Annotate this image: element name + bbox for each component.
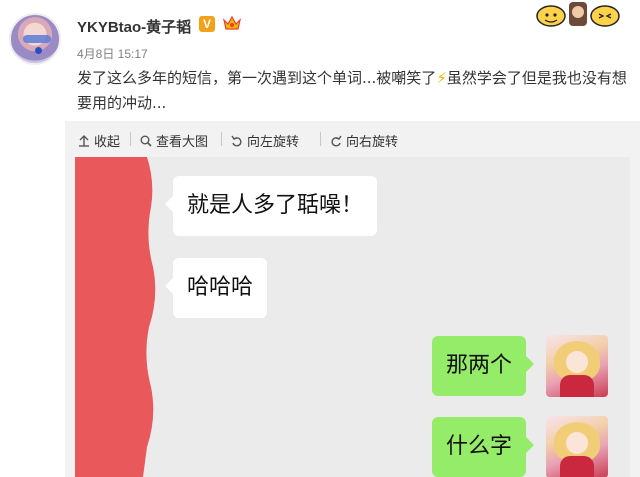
chat-bubble-right: 那两个 xyxy=(432,336,535,396)
rotate-right-icon xyxy=(331,135,342,147)
crown-icon xyxy=(222,15,242,30)
post-text-part1: 发了这么多年的短信，第一次遇到这个单词...被嘲笑了 xyxy=(77,69,437,87)
avatar-face xyxy=(566,351,588,373)
rotate-left-icon xyxy=(231,135,242,147)
redaction-mark xyxy=(75,157,156,477)
image-toolbar: 收起 查看大图 向左旋转 向右旋转 xyxy=(65,121,640,157)
view-large-button[interactable]: 查看大图 xyxy=(139,131,208,150)
chat-bubble-left: 就是人多了聒噪！ xyxy=(164,176,378,236)
username[interactable]: YKYBtao-黄子韬 xyxy=(77,16,191,37)
avatar-face xyxy=(566,432,588,454)
chat-bubble-left: 哈哈哈 xyxy=(164,258,268,318)
toolbar-divider xyxy=(130,132,131,146)
post-image[interactable]: 就是人多了聒噪！ 哈哈哈 那两个 什么字 xyxy=(65,157,640,477)
avatar-mic xyxy=(35,47,42,54)
collapse-label: 收起 xyxy=(94,135,121,150)
lightning-emoji-icon: ⚡ xyxy=(436,69,447,87)
toolbar-divider xyxy=(221,132,222,146)
rotate-left-button[interactable]: 向左旋转 xyxy=(230,131,299,150)
user-avatar[interactable] xyxy=(9,13,61,65)
rotate-right-button[interactable]: 向右旋转 xyxy=(329,131,398,150)
avatar-dress xyxy=(560,375,594,397)
verified-badge-icon: V xyxy=(199,16,215,32)
magnifier-icon xyxy=(140,135,152,147)
chat-avatar xyxy=(546,335,608,397)
chat-avatar xyxy=(546,416,608,477)
post-timestamp[interactable]: 4月8日 15:17 xyxy=(77,45,148,62)
post-text: 发了这么多年的短信，第一次遇到这个单词...被嘲笑了⚡虽然学会了但是我也没有想要… xyxy=(77,66,629,116)
avatar-dress xyxy=(560,456,594,477)
rotate-left-label: 向左旋转 xyxy=(247,135,300,150)
arrow-up-icon xyxy=(79,134,89,147)
view-large-label: 查看大图 xyxy=(156,135,209,150)
rotate-right-label: 向右旋转 xyxy=(346,135,399,150)
chat-screenshot: 就是人多了聒噪！ 哈哈哈 那两个 什么字 xyxy=(75,157,630,477)
toolbar-divider xyxy=(320,132,321,146)
chat-bubble-right: 什么字 xyxy=(432,417,535,477)
collapse-button[interactable]: 收起 xyxy=(77,131,120,150)
avatar-glasses xyxy=(23,35,51,43)
decorative-sticker-icon xyxy=(536,2,620,27)
